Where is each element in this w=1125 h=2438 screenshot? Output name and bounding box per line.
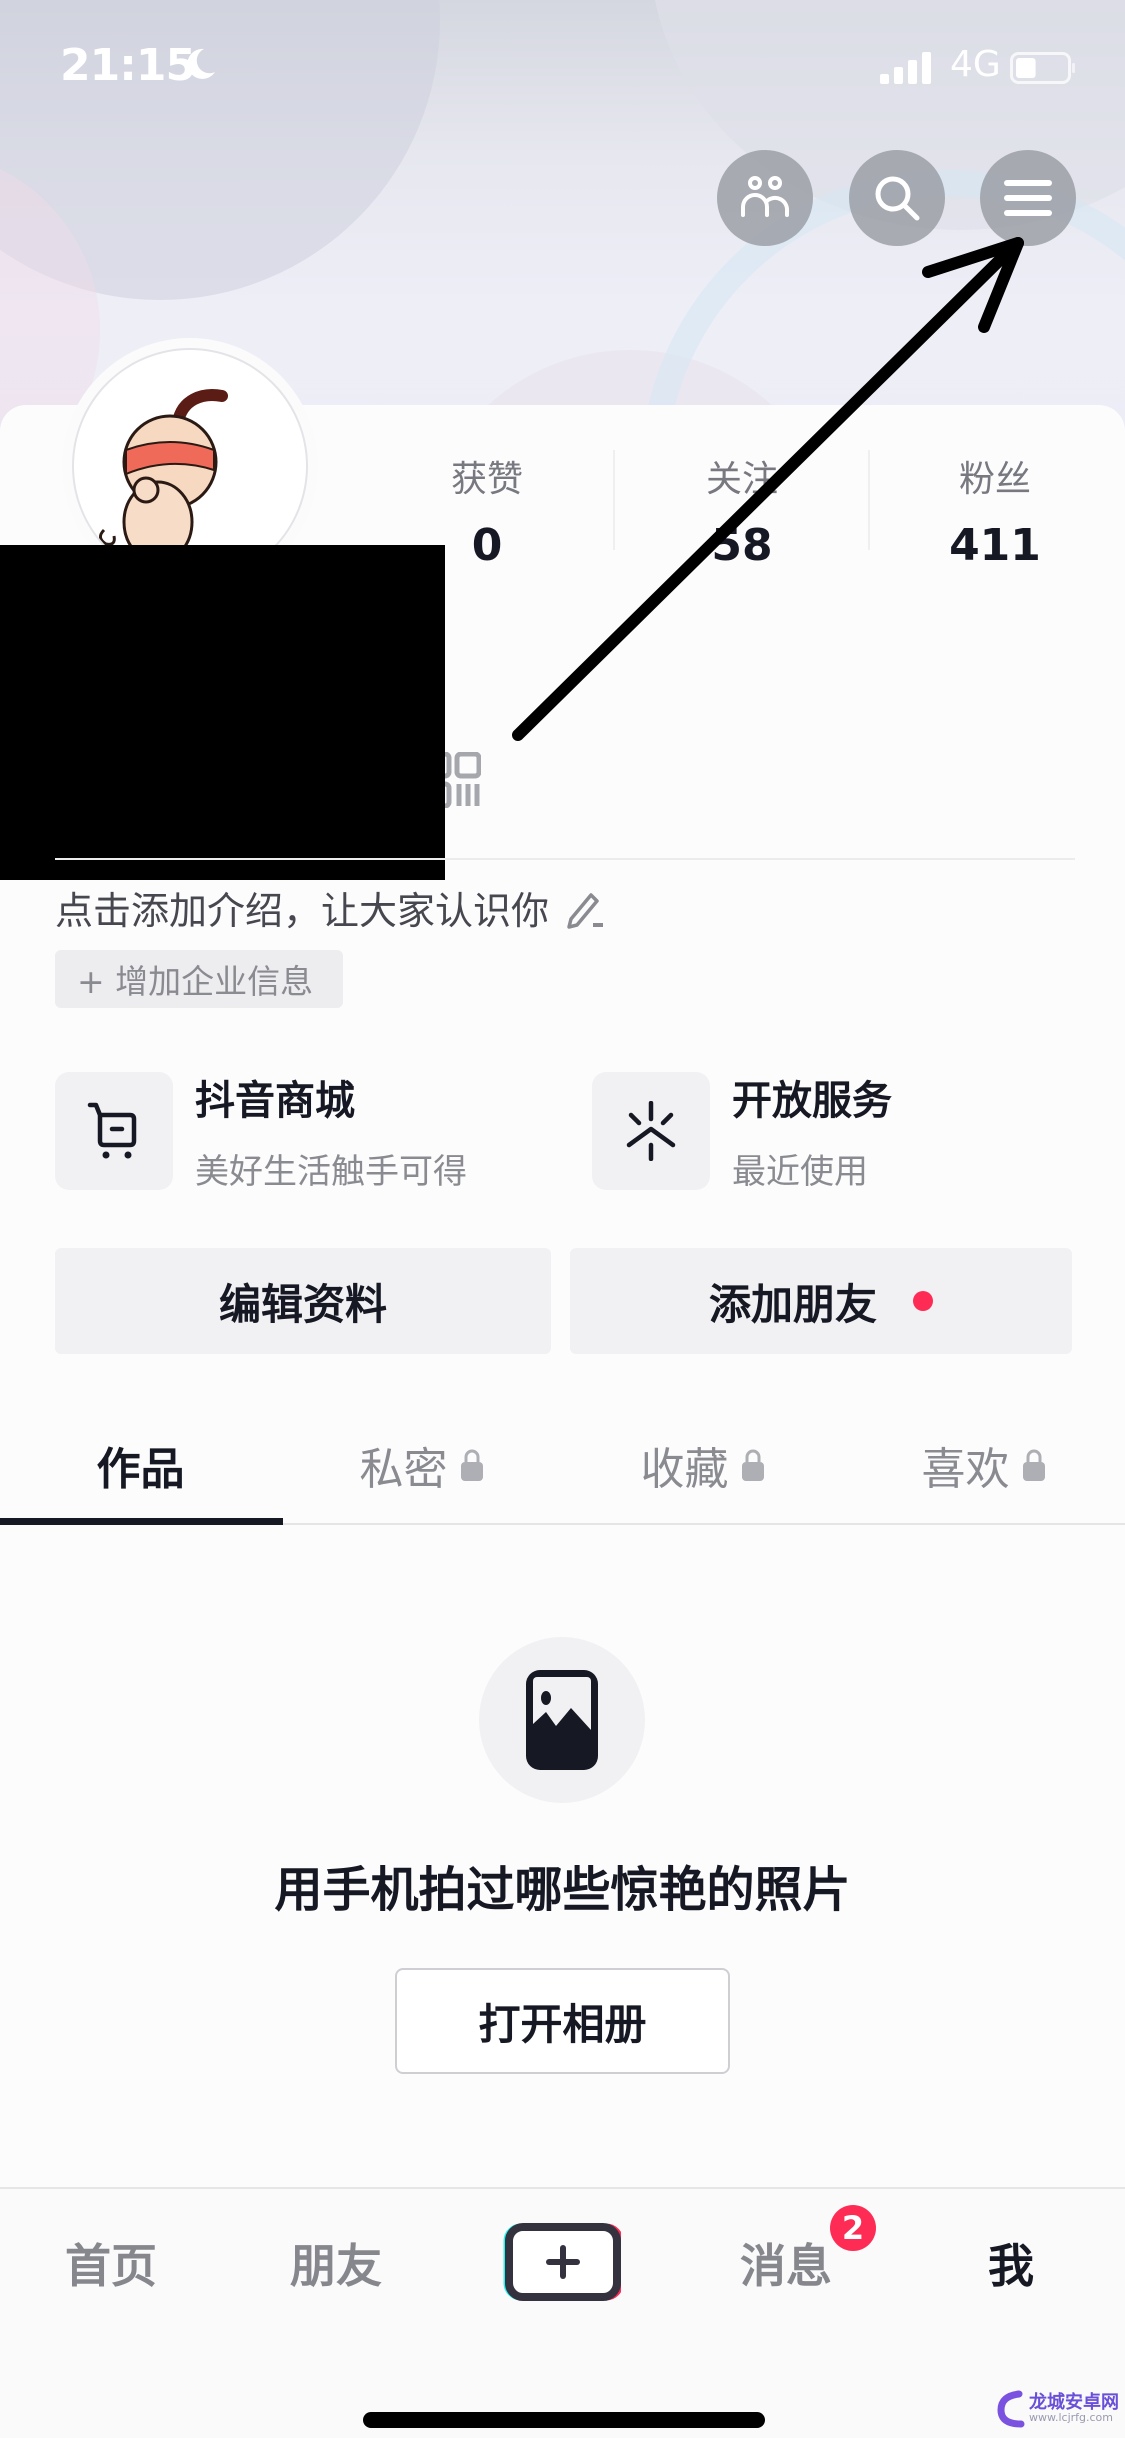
tab-likes[interactable]: 喜欢 [843, 1420, 1124, 1510]
content-tabs: 作品 私密 收藏 喜欢 [0, 1420, 1125, 1510]
tab-label: 喜欢 [921, 1444, 1010, 1495]
create-post-button[interactable] [503, 2222, 621, 2302]
empty-state-icon-circle [479, 1637, 645, 1803]
bio-placeholder[interactable]: 点击添加介绍，让大家认识你 [55, 880, 605, 935]
battery-icon [1010, 52, 1075, 84]
service-douyin-mall[interactable]: 抖音商城 美好生活触手可得 [55, 1068, 467, 1193]
signal-icon [880, 52, 931, 84]
nav-label: 首页 [65, 2239, 157, 2293]
stat-label: 粉丝 [958, 459, 1031, 500]
bio-text: 点击添加介绍，让大家认识你 [55, 889, 550, 933]
add-friends-label: 添加朋友 [708, 1279, 877, 1329]
status-time: 21:15 [60, 40, 196, 91]
service-title: 抖音商城 [195, 1078, 355, 1124]
add-enterprise-info-label: + 增加企业信息 [77, 962, 314, 1001]
moon-icon [187, 48, 215, 79]
messages-badge: 2 [830, 2205, 876, 2251]
section-divider [55, 858, 1075, 860]
redacted-username-block [0, 545, 445, 880]
active-tab-indicator [0, 1518, 283, 1525]
tab-label: 收藏 [640, 1444, 729, 1495]
lock-icon [1022, 1449, 1045, 1481]
search-icon [875, 176, 920, 221]
stat-label: 获赞 [450, 459, 523, 500]
stat-value: 58 [711, 520, 773, 571]
nav-me[interactable]: 我 [988, 2230, 1034, 2296]
lock-icon [741, 1449, 764, 1481]
tab-label: 作品 [96, 1444, 185, 1495]
image-icon [526, 1670, 598, 1770]
tab-private[interactable]: 私密 [281, 1420, 562, 1510]
stat-value: 411 [949, 520, 1041, 571]
watermark: 龙城安卓网 www.lcjrfg.com [995, 2388, 1119, 2428]
edit-profile-button[interactable]: 编辑资料 [55, 1248, 551, 1354]
add-enterprise-info-button[interactable]: + 增加企业信息 [55, 950, 344, 1008]
nav-label: 我 [988, 2239, 1034, 2293]
service-open-services[interactable]: 开放服务 最近使用 [592, 1068, 892, 1193]
notification-dot [913, 1291, 933, 1311]
service-tile [592, 1071, 710, 1190]
shopping-cart-icon [87, 1102, 137, 1158]
add-friends-button[interactable]: 添加朋友 [570, 1248, 1072, 1354]
tab-label: 私密 [359, 1444, 448, 1495]
service-subtitle: 美好生活触手可得 [195, 1152, 467, 1192]
nav-messages[interactable]: 消息 [740, 2230, 832, 2296]
service-subtitle: 最近使用 [732, 1152, 868, 1192]
edit-pencil-icon [567, 892, 604, 929]
tab-favorites[interactable]: 收藏 [562, 1420, 843, 1510]
nav-label: 朋友 [290, 2239, 382, 2293]
empty-state-message: 用手机拍过哪些惊艳的照片 [274, 1862, 851, 1918]
nav-friends[interactable]: 朋友 [290, 2230, 382, 2296]
service-tile [55, 1071, 173, 1190]
watermark-name: 龙城安卓网 [1029, 2391, 1119, 2413]
tab-works[interactable]: 作品 [0, 1420, 281, 1510]
dragon-logo-icon [997, 2390, 1025, 2428]
home-indicator[interactable] [363, 2412, 765, 2428]
open-album-button[interactable]: 打开相册 [395, 1968, 730, 2074]
stat-label: 关注 [705, 459, 778, 500]
open-album-label: 打开相册 [478, 1999, 647, 2049]
edit-profile-label: 编辑资料 [218, 1279, 387, 1329]
friends-button[interactable] [717, 150, 813, 246]
menu-button[interactable] [980, 150, 1076, 246]
nav-home[interactable]: 首页 [65, 2230, 157, 2296]
stat-divider [613, 450, 615, 550]
nav-label: 消息 [740, 2239, 832, 2293]
friends-icon [741, 176, 790, 217]
lock-icon [460, 1449, 483, 1481]
hamburger-menu-icon [1004, 180, 1052, 216]
open-services-icon [626, 1100, 676, 1161]
search-button[interactable] [849, 150, 945, 246]
service-title: 开放服务 [732, 1078, 892, 1124]
stat-following[interactable]: 关注 58 [617, 450, 867, 571]
stat-followers[interactable]: 粉丝 411 [870, 450, 1120, 571]
network-type: 4G [950, 44, 1001, 85]
watermark-url: www.lcjrfg.com [1029, 2410, 1114, 2424]
